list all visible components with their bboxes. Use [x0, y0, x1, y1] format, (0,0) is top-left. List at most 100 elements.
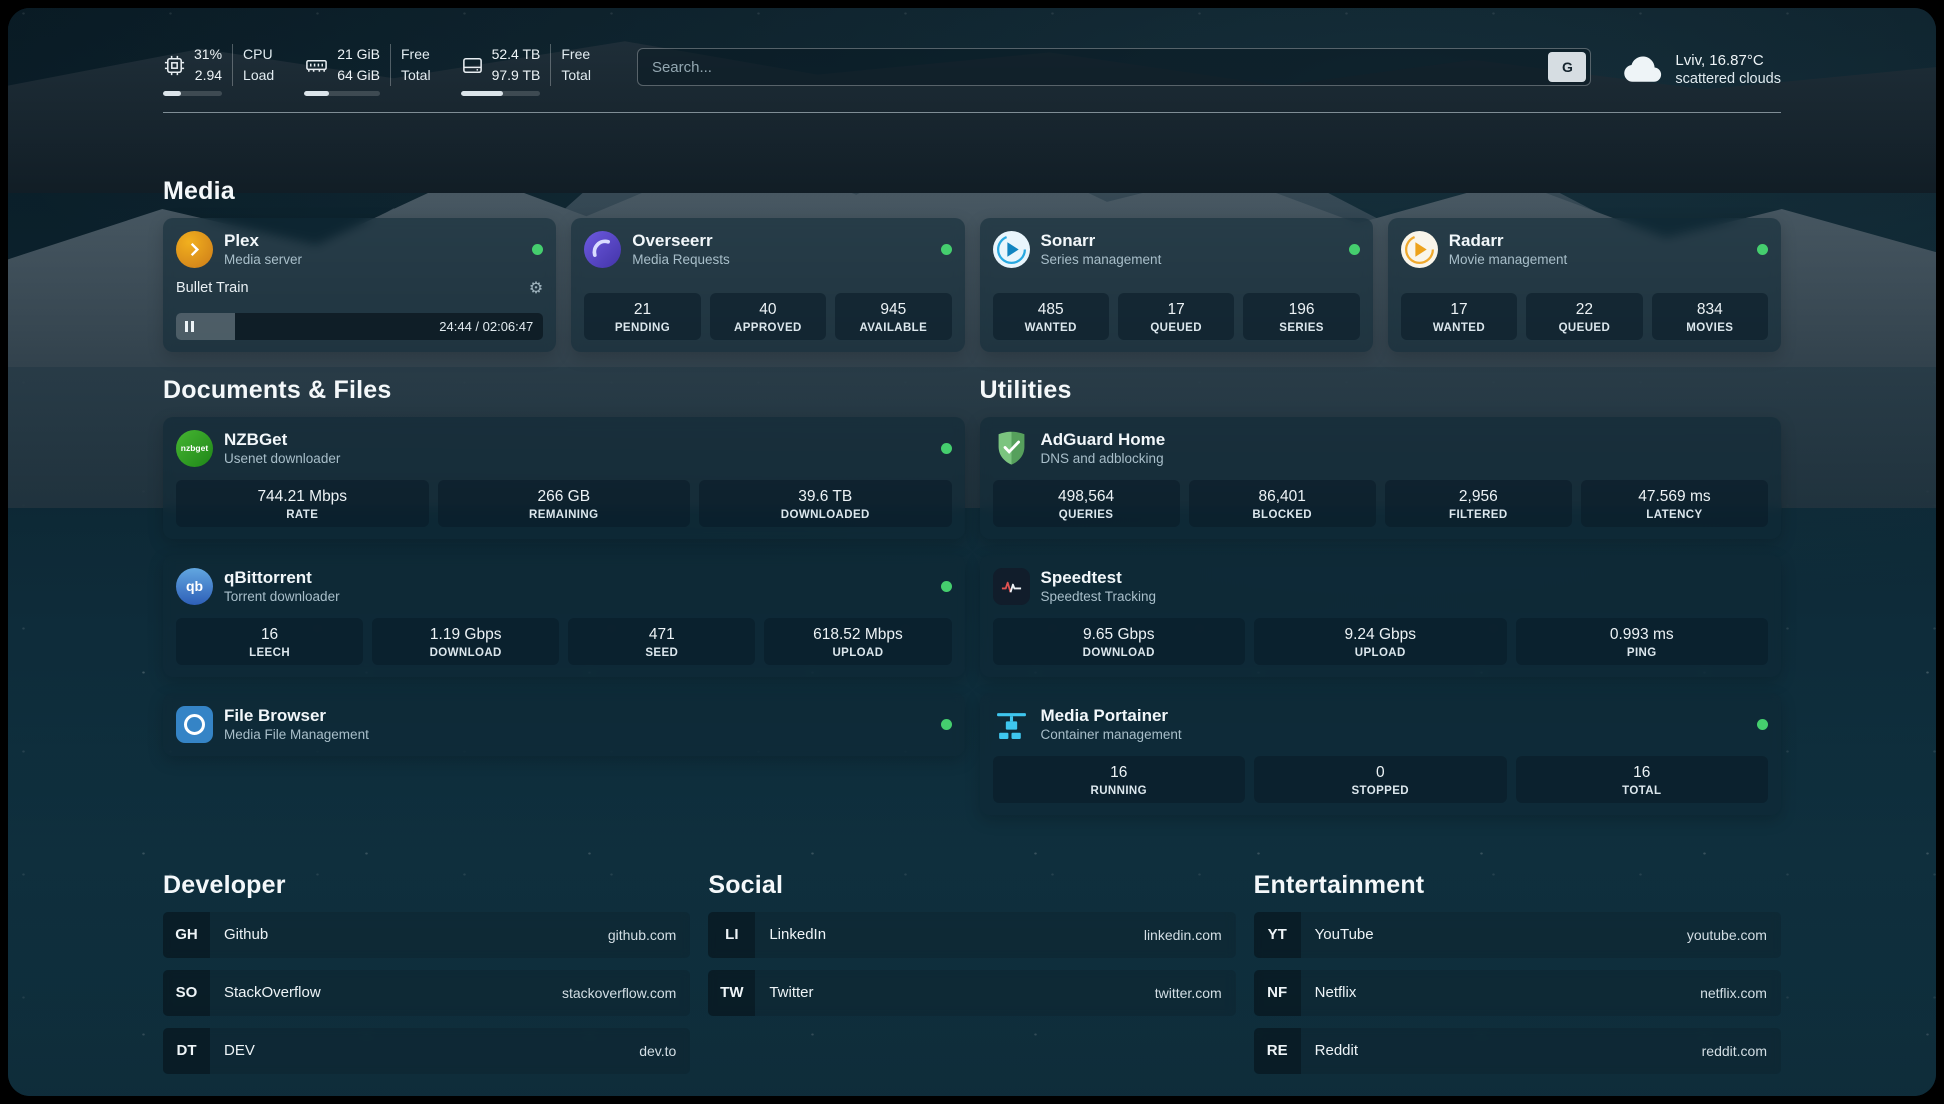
qbittorrent-icon: qb — [176, 568, 213, 605]
stat-label: QUERIES — [997, 509, 1176, 521]
section-documents: Documents & Files nzbget NZBGet Usenet d… — [163, 376, 965, 756]
plex-player-bar[interactable]: 24:44 / 02:06:47 — [176, 313, 543, 340]
weather-condition: scattered clouds — [1675, 71, 1781, 87]
stat-label: APPROVED — [714, 322, 822, 334]
stat-value: 1.19 Gbps — [376, 625, 555, 645]
bookmark-url: twitter.com — [1155, 985, 1222, 1001]
bookmark-abbr: SO — [163, 970, 210, 1016]
status-dot — [941, 581, 952, 592]
status-dot — [1757, 719, 1768, 730]
stat-value: 22 — [1530, 300, 1638, 320]
app-card-plex[interactable]: Plex Media server Bullet Train ⚙ 24:44 /… — [163, 218, 556, 352]
app-card-qbittorrent[interactable]: qb qBittorrent Torrent downloader 16 — [163, 555, 965, 677]
ram-labels: Free Total — [390, 44, 431, 86]
stat-label: PING — [1520, 647, 1765, 659]
sonarr-icon — [993, 231, 1030, 268]
adguard-icon — [993, 430, 1030, 467]
stat-value: 196 — [1247, 300, 1355, 320]
gear-icon[interactable]: ⚙ — [529, 278, 543, 298]
section-title-utilities: Utilities — [980, 376, 1782, 405]
bookmark-abbr: TW — [708, 970, 755, 1016]
bookmark-dev[interactable]: DT DEV dev.to — [163, 1028, 690, 1074]
stat-box: 485 WANTED — [993, 293, 1109, 340]
stat-label: PENDING — [588, 322, 696, 334]
cpu-metric: 31% 2.94 CPU Load — [163, 44, 274, 96]
stat-box: 0.993 ms PING — [1516, 618, 1769, 665]
stat-value: 16 — [180, 625, 359, 645]
disk-metric: 52.4 TB 97.9 TB Free Total — [461, 44, 591, 96]
app-name: Overseerr — [632, 230, 730, 251]
app-card-adguard[interactable]: AdGuard Home DNS and adblocking 498,564 … — [980, 417, 1782, 539]
stat-box: 47.569 ms LATENCY — [1581, 480, 1768, 527]
bookmarks-developer: Developer GH Github github.com SO StackO… — [163, 871, 690, 1086]
app-name: Radarr — [1449, 230, 1568, 251]
bookmark-github[interactable]: GH Github github.com — [163, 912, 690, 958]
section-title-media: Media — [163, 177, 1781, 206]
stat-value: 0.993 ms — [1520, 625, 1765, 645]
stat-label: QUEUED — [1530, 322, 1638, 334]
stat-box: 945 AVAILABLE — [835, 293, 951, 340]
section-title-entertainment: Entertainment — [1254, 871, 1781, 900]
app-card-overseerr[interactable]: Overseerr Media Requests 21 PENDING 40 A… — [571, 218, 964, 352]
stat-value: 2,956 — [1389, 487, 1568, 507]
app-name: File Browser — [224, 705, 369, 726]
bookmark-url: linkedin.com — [1144, 927, 1222, 943]
ram-metric: 21 GiB 64 GiB Free Total — [304, 44, 430, 96]
search-input[interactable] — [638, 49, 1548, 85]
bookmark-linkedin[interactable]: LI LinkedIn linkedin.com — [708, 912, 1235, 958]
stat-box: 86,401 BLOCKED — [1189, 480, 1376, 527]
stat-value: 834 — [1656, 300, 1764, 320]
ram-metric-main: 21 GiB 64 GiB — [304, 44, 380, 96]
bookmark-name: Reddit — [1315, 1042, 1358, 1059]
cpu-usage-percent: 31% — [194, 44, 222, 65]
stat-box: 471 SEED — [568, 618, 755, 665]
bookmark-name: Netflix — [1315, 984, 1357, 1001]
bookmark-twitter[interactable]: TW Twitter twitter.com — [708, 970, 1235, 1016]
section-media: Media Plex Media server — [163, 177, 1781, 352]
now-playing-title: Bullet Train — [176, 280, 249, 296]
app-name: NZBGet — [224, 429, 340, 450]
stat-value: 9.24 Gbps — [1258, 625, 1503, 645]
app-desc: DNS and adblocking — [1041, 450, 1166, 468]
app-card-speedtest[interactable]: Speedtest Speedtest Tracking 9.65 Gbps D… — [980, 555, 1782, 677]
search-engine-button[interactable]: G — [1548, 52, 1586, 82]
bookmark-reddit[interactable]: RE Reddit reddit.com — [1254, 1028, 1781, 1074]
app-desc: Media File Management — [224, 726, 369, 744]
section-title-documents: Documents & Files — [163, 376, 965, 405]
app-name: AdGuard Home — [1041, 429, 1166, 450]
dashboard-content: 31% 2.94 CPU Load — [163, 8, 1781, 1096]
disk-free-value: 52.4 TB — [492, 44, 541, 65]
ram-usage-bar — [304, 91, 380, 96]
app-card-radarr[interactable]: Radarr Movie management 17 WANTED 22 QUE… — [1388, 218, 1781, 352]
stat-value: 86,401 — [1193, 487, 1372, 507]
bookmark-youtube[interactable]: YT YouTube youtube.com — [1254, 912, 1781, 958]
ram-total-value: 64 GiB — [337, 65, 380, 86]
disk-total-value: 97.9 TB — [492, 65, 541, 86]
ram-icon — [304, 54, 329, 77]
section-title-developer: Developer — [163, 871, 690, 900]
stat-label: REMAINING — [442, 509, 687, 521]
bookmark-stackoverflow[interactable]: SO StackOverflow stackoverflow.com — [163, 970, 690, 1016]
app-card-sonarr[interactable]: Sonarr Series management 485 WANTED 17 Q… — [980, 218, 1373, 352]
stat-value: 9.65 Gbps — [997, 625, 1242, 645]
stat-value: 744.21 Mbps — [180, 487, 425, 507]
stat-label: QUEUED — [1122, 322, 1230, 334]
disk-usage-bar-fill — [461, 91, 503, 96]
plex-icon — [176, 231, 213, 268]
app-card-filebrowser[interactable]: File Browser Media File Management — [163, 693, 965, 756]
status-dot — [941, 244, 952, 255]
top-bar: 31% 2.94 CPU Load — [163, 44, 1781, 96]
app-card-nzbget[interactable]: nzbget NZBGet Usenet downloader 744.21 M… — [163, 417, 965, 539]
stat-label: RATE — [180, 509, 425, 521]
app-desc: Media Requests — [632, 251, 730, 269]
app-card-portainer[interactable]: Media Portainer Container management 16 … — [980, 693, 1782, 815]
stat-label: SEED — [572, 647, 751, 659]
stat-label: DOWNLOAD — [376, 647, 555, 659]
stat-label: DOWNLOADED — [703, 509, 948, 521]
status-dot — [941, 719, 952, 730]
bookmark-netflix[interactable]: NF Netflix netflix.com — [1254, 970, 1781, 1016]
stat-value: 498,564 — [997, 487, 1176, 507]
pause-icon[interactable] — [185, 321, 194, 332]
bookmark-name: LinkedIn — [769, 926, 826, 943]
section-utilities: Utilities — [980, 376, 1782, 815]
